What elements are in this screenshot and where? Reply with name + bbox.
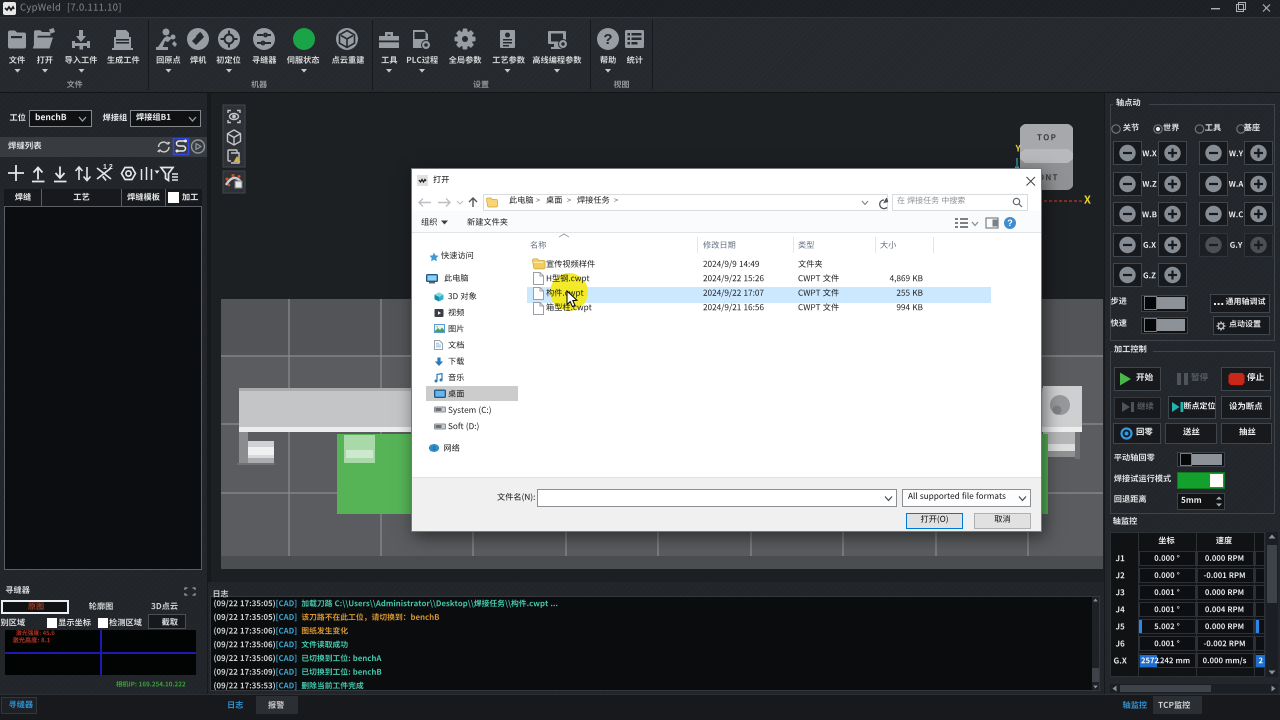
svg-text:1 2: 1 2 [103,164,113,171]
svg-text:?: ? [1007,218,1013,228]
svg-text:?: ? [603,31,612,48]
